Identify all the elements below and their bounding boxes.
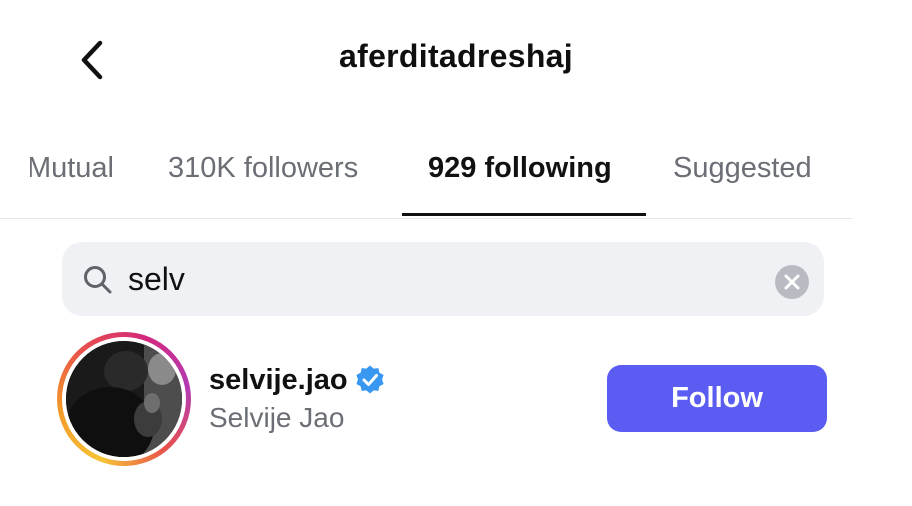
tab-suggested[interactable]: Suggested [673,152,812,185]
active-tab-indicator [402,213,646,216]
tab-following-label: 929 following [428,152,612,184]
full-name: Selvije Jao [209,402,345,433]
tab-following[interactable]: 929 following [428,152,612,185]
tab-bar: Mutual 310K followers 929 following Sugg… [0,130,852,219]
avatar [66,341,182,457]
story-ring[interactable] [57,332,191,466]
tab-followers[interactable]: 310K followers [168,152,358,185]
tab-mutual[interactable]: Mutual [30,152,114,185]
tab-suggested-label: Suggested [673,152,812,184]
list-item[interactable]: selvije.jao Selvije Jao Follow [0,328,912,478]
clear-icon[interactable] [774,264,810,300]
verified-badge-icon [356,365,384,394]
avatar-photo [66,341,182,457]
top-bar: aferditadreshaj [0,0,912,120]
search-bar[interactable] [62,242,824,316]
follow-button[interactable]: Follow [607,365,827,432]
search-icon [84,266,112,294]
username[interactable]: selvije.jao [209,364,348,397]
tab-followers-label: 310K followers [168,152,359,184]
tab-mutual-label: Mutual [30,152,114,184]
page-title: aferditadreshaj [339,38,573,74]
search-input[interactable] [128,254,748,304]
